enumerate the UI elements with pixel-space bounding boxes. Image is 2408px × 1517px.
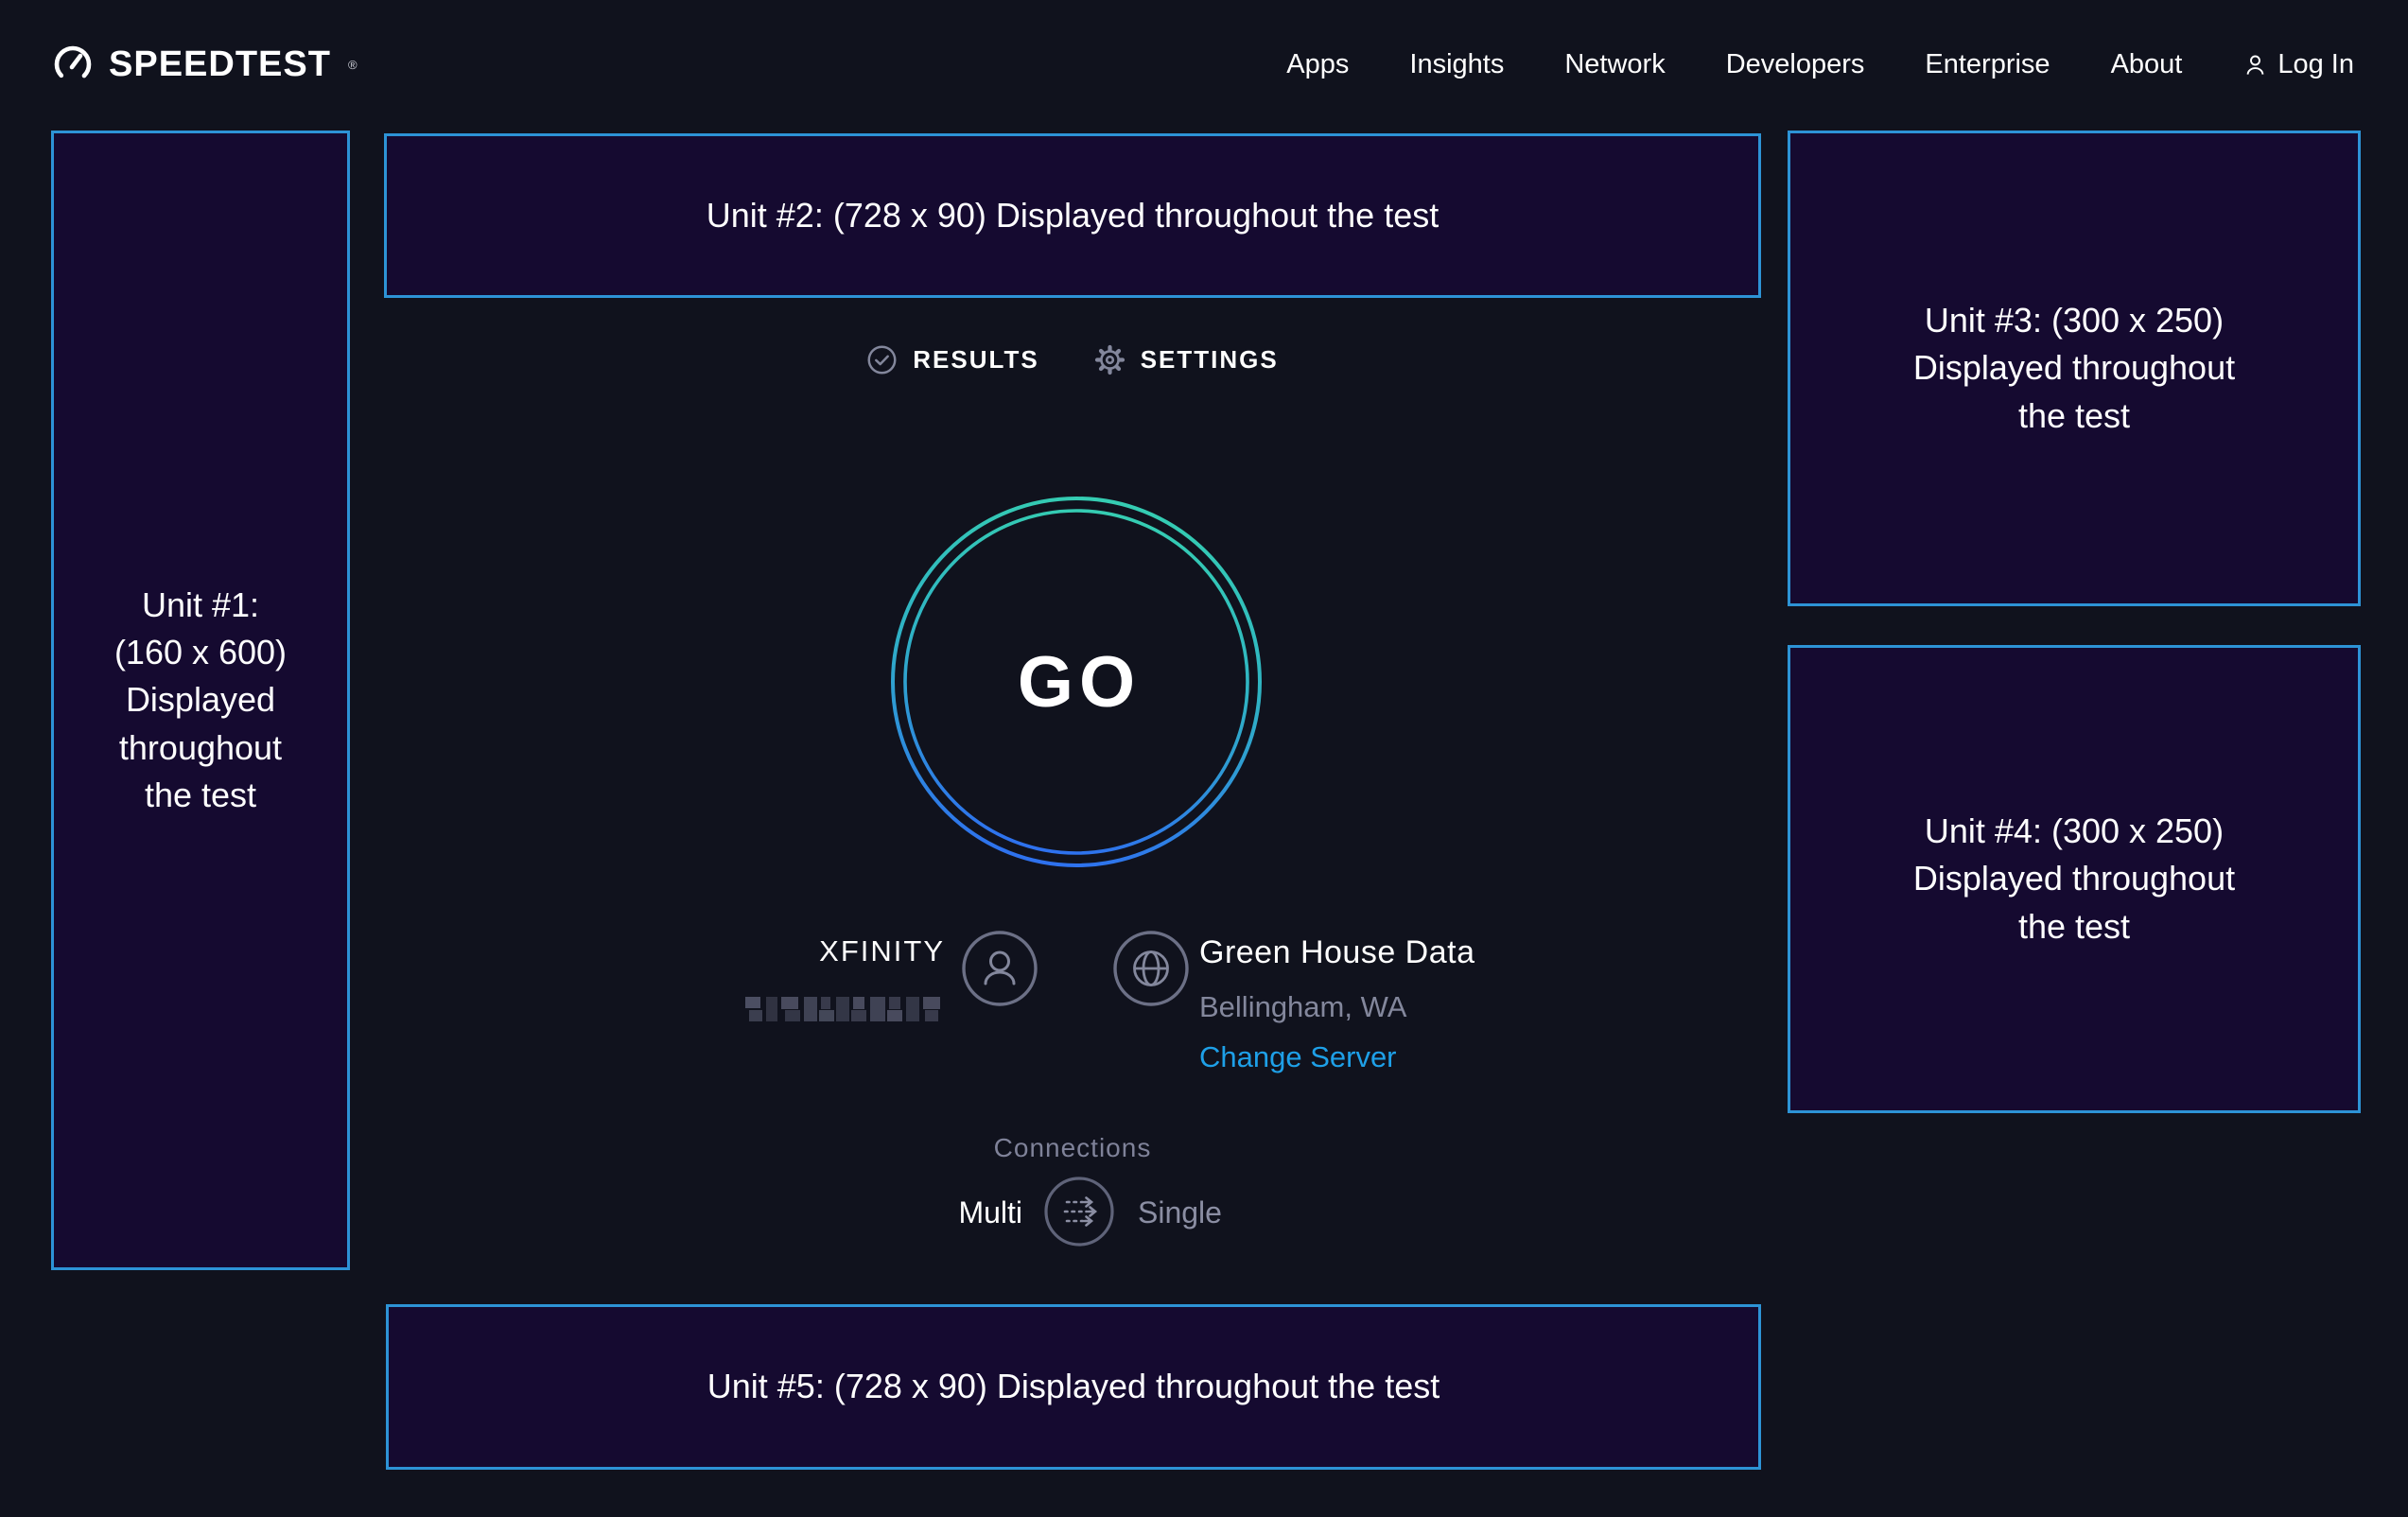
login-button[interactable]: Log In: [2242, 49, 2354, 80]
go-button[interactable]: GO: [890, 496, 1263, 868]
connections-toggle-button[interactable]: [1043, 1176, 1115, 1247]
server-globe-icon: [1112, 930, 1190, 1007]
nav-item-enterprise[interactable]: Enterprise: [1925, 49, 2050, 80]
speedtest-page: SPEEDTEST ® Apps Insights Network Develo…: [0, 0, 2408, 1517]
ad-unit-4-rectangle[interactable]: Unit #4: (300 x 250) Displayed throughou…: [1788, 645, 2361, 1113]
redacted-ip-text: [745, 995, 946, 1023]
nav-item-about[interactable]: About: [2111, 49, 2183, 80]
ad-unit-5-leaderboard[interactable]: Unit #5: (728 x 90) Displayed throughout…: [386, 1304, 1761, 1470]
nav-item-apps[interactable]: Apps: [1286, 49, 1349, 80]
nav-item-network[interactable]: Network: [1564, 49, 1665, 80]
server-location: Bellingham, WA: [1199, 990, 1406, 1024]
login-label: Log In: [2277, 49, 2354, 80]
ad-unit-3-rectangle[interactable]: Unit #3: (300 x 250) Displayed throughou…: [1788, 131, 2361, 606]
isp-user-icon: [961, 930, 1038, 1007]
settings-tab-label: SETTINGS: [1141, 345, 1279, 375]
check-circle-icon: [866, 344, 898, 375]
tab-results[interactable]: RESULTS: [866, 344, 1038, 375]
logo-trademark: ®: [348, 58, 358, 72]
top-nav-bar: SPEEDTEST ® Apps Insights Network Develo…: [0, 0, 2408, 129]
connections-multi-option[interactable]: Multi: [833, 1195, 1022, 1230]
logo-wordmark: SPEEDTEST: [109, 44, 331, 85]
nav-item-developers[interactable]: Developers: [1726, 49, 1865, 80]
go-button-label: GO: [890, 496, 1263, 868]
gear-icon: [1094, 344, 1125, 375]
main-nav: Apps Insights Network Developers Enterpr…: [1286, 49, 2354, 80]
change-server-link[interactable]: Change Server: [1199, 1040, 1397, 1074]
tab-settings[interactable]: SETTINGS: [1094, 344, 1279, 375]
connections-single-option[interactable]: Single: [1138, 1195, 1327, 1230]
speedtest-logo[interactable]: SPEEDTEST ®: [52, 44, 358, 85]
nav-item-insights[interactable]: Insights: [1409, 49, 1504, 80]
results-settings-tabs: RESULTS: [384, 344, 1761, 375]
ad-unit-2-leaderboard[interactable]: Unit #2: (728 x 90) Displayed throughout…: [384, 133, 1761, 298]
results-tab-label: RESULTS: [913, 345, 1038, 375]
isp-name: XFINITY: [661, 934, 945, 968]
server-name: Green House Data: [1199, 934, 1475, 971]
ad-unit-1-skyscraper[interactable]: Unit #1: (160 x 600) Displayed throughou…: [51, 131, 350, 1270]
connections-title: Connections: [384, 1133, 1761, 1163]
speedometer-gauge-icon: [52, 44, 94, 85]
user-silhouette-icon: [2242, 52, 2268, 78]
